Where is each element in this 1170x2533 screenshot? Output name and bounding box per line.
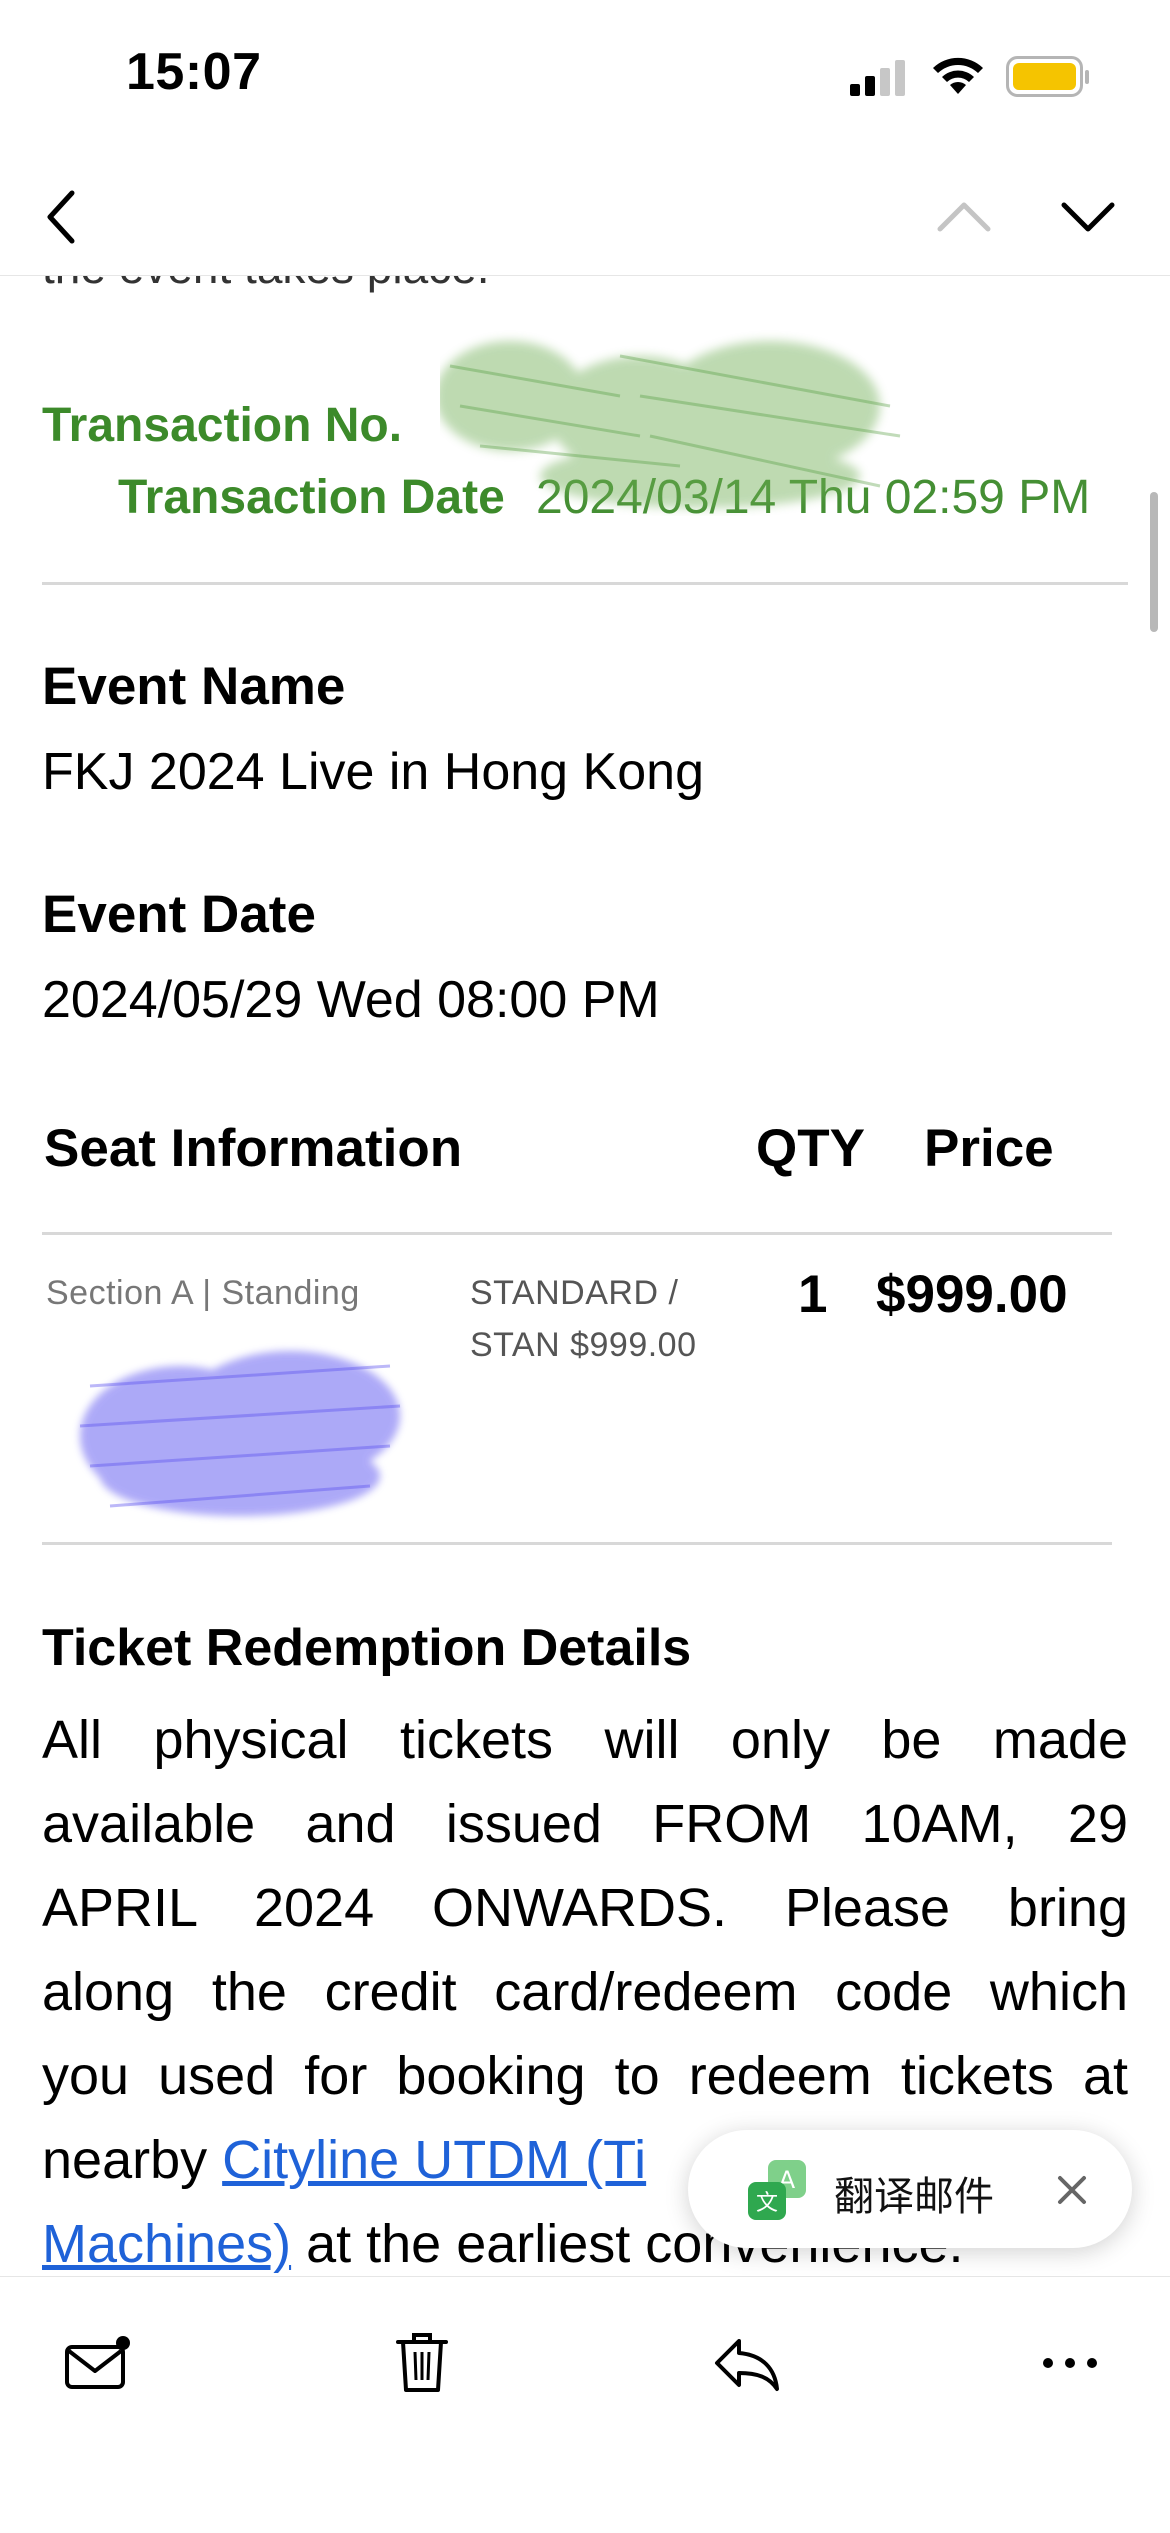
table-header-divider <box>42 1232 1112 1235</box>
ticket-type-line1: STANDARD / <box>470 1274 679 1312</box>
redemption-line: along the credit card/redeem code which <box>42 1962 1128 2022</box>
price-header: Price <box>924 1119 1054 1178</box>
close-icon <box>1058 2176 1086 2204</box>
qty-header: QTY <box>756 1119 865 1178</box>
redemption-line-prefix: nearby <box>42 2130 208 2190</box>
cityline-utdm-link-continued[interactable]: Machines) <box>42 2214 291 2274</box>
message-nav-bar <box>0 165 1170 276</box>
event-name-label: Event Name <box>42 657 346 716</box>
wifi-icon <box>930 56 986 101</box>
transaction-no-label: Transaction No. <box>42 399 403 452</box>
mail-unread-icon <box>65 2336 130 2389</box>
mark-unread-button[interactable] <box>48 2313 148 2413</box>
scrollbar[interactable] <box>1150 492 1158 632</box>
bottom-toolbar <box>0 2276 1170 2533</box>
faded-text: the event takes place. <box>42 276 490 294</box>
redemption-line: available and issued FROM 10AM, 29 <box>42 1794 1128 1854</box>
event-date-value: 2024/05/29 Wed 08:00 PM <box>42 971 660 1029</box>
cellular-signal-icon <box>850 60 910 101</box>
back-button[interactable] <box>22 177 102 257</box>
redemption-line: APRIL 2024 ONWARDS. Please bring <box>42 1878 1128 1938</box>
redemption-title: Ticket Redemption Details <box>42 1619 692 1677</box>
table-bottom-divider <box>42 1542 1112 1545</box>
next-message-button[interactable] <box>1048 177 1128 257</box>
row-qty: 1 <box>798 1265 828 1324</box>
trash-icon <box>396 2333 448 2392</box>
seat-information-header: Seat Information <box>44 1119 463 1178</box>
delete-button[interactable] <box>372 2313 472 2413</box>
chevron-left-icon <box>47 190 75 244</box>
translate-email-label: 翻译邮件 <box>834 2174 994 2220</box>
event-name-value: FKJ 2024 Live in Hong Kong <box>42 743 704 801</box>
battery-icon <box>1006 56 1090 103</box>
more-options-button[interactable] <box>1020 2313 1120 2413</box>
more-icon <box>1043 2358 1097 2368</box>
close-button[interactable] <box>1050 2168 1094 2212</box>
ticket-type-line2: STAN $999.00 <box>470 1326 697 1364</box>
section-divider <box>42 582 1128 585</box>
table-row: Section A | Standing STANDARD / STAN $99… <box>0 1256 1170 1546</box>
redaction-scribble <box>440 341 901 508</box>
reply-button[interactable] <box>696 2313 796 2413</box>
status-time: 15:07 <box>126 43 262 101</box>
cityline-utdm-link[interactable]: Cityline UTDM (Ti <box>222 2130 646 2190</box>
translate-email-popup[interactable]: A 文 翻译邮件 <box>688 2130 1132 2248</box>
event-date-label: Event Date <box>42 885 316 944</box>
redemption-line: All physical tickets will only be made <box>42 1710 1128 1770</box>
redaction-scribble <box>79 1351 401 1516</box>
chevron-down-icon <box>1061 202 1115 232</box>
previous-message-button[interactable] <box>924 177 1004 257</box>
redemption-line: you used for booking to redeem tickets a… <box>42 2046 1128 2106</box>
reply-icon <box>715 2339 779 2391</box>
svg-text:文: 文 <box>756 2191 778 2216</box>
email-body[interactable]: the event takes place. Transaction No. T… <box>0 276 1170 2274</box>
seat-section: Section A | Standing <box>46 1274 360 1312</box>
row-price: $999.00 <box>876 1265 1068 1324</box>
chevron-up-icon <box>937 202 991 232</box>
translate-icon: A 文 <box>748 2160 806 2220</box>
